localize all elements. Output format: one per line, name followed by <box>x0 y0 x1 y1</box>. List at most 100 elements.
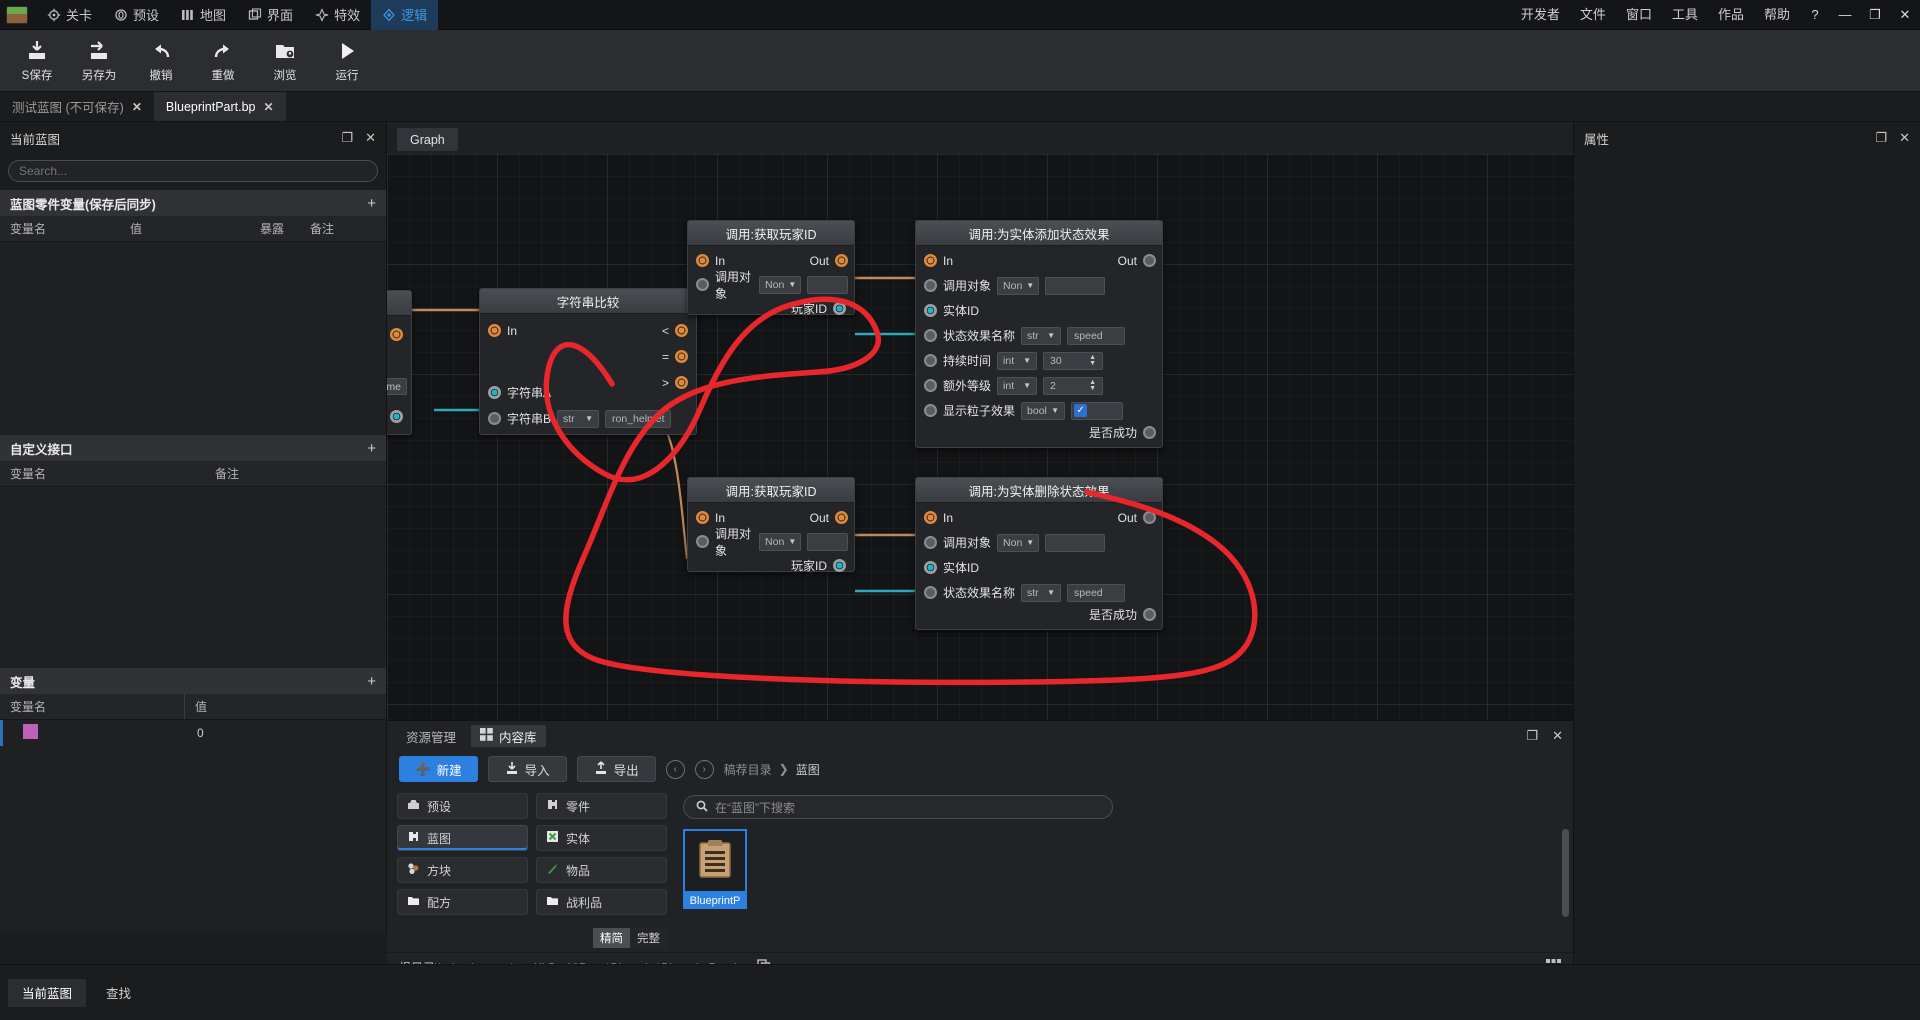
effect-name-type-select[interactable]: str ▼ <box>1021 583 1062 602</box>
data-in-pin[interactable] <box>924 586 937 599</box>
exec-in-pin[interactable] <box>696 511 709 524</box>
close-button[interactable]: ✕ <box>1890 0 1920 30</box>
add-variable-button[interactable]: + <box>367 195 376 212</box>
node-out-row-eq[interactable]: = <box>596 344 696 369</box>
add-variable-button[interactable]: + <box>367 673 376 690</box>
menu-item-window[interactable]: 窗口 <box>1616 0 1662 30</box>
category-preset[interactable]: 预设 <box>397 793 528 819</box>
stepper-icon[interactable]: ▲ ▼ <box>1085 354 1096 367</box>
type-select-str[interactable]: str ▼ <box>557 409 600 428</box>
effect-name-input[interactable]: speed <box>1067 583 1126 602</box>
call-target-input[interactable] <box>807 532 848 551</box>
add-interface-button[interactable]: + <box>367 440 376 457</box>
menu-tab-fx[interactable]: 特效 <box>304 0 371 30</box>
node-pin-row-string-a[interactable]: 字符串A <box>480 380 559 405</box>
call-target-type-select[interactable]: Non ▼ <box>759 532 802 551</box>
section-header-variables[interactable]: 变量 + <box>0 668 386 694</box>
call-target-input[interactable] <box>807 275 848 294</box>
data-in-pin[interactable] <box>924 329 937 342</box>
menu-tab-map[interactable]: 地图 <box>170 0 237 30</box>
search-input[interactable] <box>8 160 378 182</box>
data-in-pin[interactable] <box>488 386 501 399</box>
node-exec-row[interactable]: In Out <box>688 248 856 273</box>
import-button[interactable]: 导入 <box>487 756 567 782</box>
view-mode-full[interactable]: 完整 <box>630 928 667 948</box>
data-in-pin[interactable] <box>924 561 937 574</box>
document-tab-blueprintpart[interactable]: BlueprintPart.bp ✕ <box>153 92 286 121</box>
node-row-call-target[interactable]: 调用对象 Non ▼ <box>688 270 856 301</box>
stepper-icon[interactable]: ▲ ▼ <box>1085 379 1096 392</box>
effect-name-input[interactable]: speed <box>1067 326 1126 345</box>
extra-level-type-select[interactable]: int ▼ <box>997 376 1038 395</box>
exec-in-pin[interactable] <box>924 511 937 524</box>
status-tab-find[interactable]: 查找 <box>92 979 145 1007</box>
view-mode-simple[interactable]: 精简 <box>593 928 630 948</box>
close-icon[interactable]: ✕ <box>365 130 376 146</box>
data-in-pin[interactable] <box>924 536 937 549</box>
vertical-scrollbar[interactable] <box>1562 829 1569 917</box>
redo-button[interactable]: 重做 <box>192 32 254 90</box>
maximize-icon[interactable]: ❐ <box>1875 130 1887 146</box>
save-as-button[interactable]: 另存为 <box>68 32 130 90</box>
document-tab-test-blueprint[interactable]: 测试蓝图 (不可保存) ✕ <box>0 92 154 121</box>
maximize-icon[interactable]: ❐ <box>341 130 353 146</box>
node-row-call-target[interactable]: 调用对象 Non ▼ <box>916 530 1164 555</box>
menu-item-developer[interactable]: 开发者 <box>1511 0 1570 30</box>
particles-type-select[interactable]: bool ▼ <box>1021 401 1066 420</box>
close-icon[interactable]: ✕ <box>132 100 142 114</box>
data-out-pin[interactable] <box>390 410 403 423</box>
help-question-icon[interactable]: ? <box>1800 0 1830 30</box>
graph-area[interactable]: Graph Out emName 值 字符串比较 <box>387 122 1573 720</box>
close-icon[interactable]: ✕ <box>1552 728 1563 744</box>
breadcrumb-item-current[interactable]: 蓝图 <box>796 761 820 778</box>
category-entity[interactable]: 实体 <box>536 825 667 851</box>
call-target-input[interactable] <box>1045 276 1106 295</box>
restore-button[interactable]: ❐ <box>1860 0 1890 30</box>
node-pin-row-out[interactable]: Out <box>387 322 411 347</box>
duration-type-select[interactable]: int ▼ <box>997 351 1038 370</box>
exec-out-pin-eq[interactable] <box>675 350 688 363</box>
close-icon[interactable]: ✕ <box>1899 130 1910 146</box>
call-target-input[interactable] <box>1045 533 1106 552</box>
node-row-effect-name[interactable]: 状态效果名称 str ▼ speed <box>916 323 1164 348</box>
node-row-effect-name[interactable]: 状态效果名称 str ▼ speed <box>916 580 1164 605</box>
node-row-show-particles[interactable]: 显示粒子效果 bool ▼ ✓ <box>916 398 1164 423</box>
call-target-type-select[interactable]: Non ▼ <box>759 275 802 294</box>
exec-out-pin-gt[interactable] <box>675 376 688 389</box>
menu-item-tools[interactable]: 工具 <box>1662 0 1708 30</box>
exec-out-pin[interactable] <box>1143 511 1156 524</box>
data-in-pin[interactable] <box>924 354 937 367</box>
menu-item-works[interactable]: 作品 <box>1708 0 1754 30</box>
section-header-custom-interface[interactable]: 自定义接口 + <box>0 435 386 461</box>
tab-content-library[interactable]: 内容库 <box>471 725 546 747</box>
node-row-result[interactable]: 是否成功 <box>916 422 1164 447</box>
exec-in-pin[interactable] <box>488 324 501 337</box>
variable-row[interactable]: 0 <box>0 720 386 746</box>
category-item[interactable]: 物品 <box>536 857 667 883</box>
exec-out-pin[interactable] <box>390 328 403 341</box>
data-in-pin[interactable] <box>924 279 937 292</box>
string-b-input[interactable]: ron_helmet <box>605 409 672 428</box>
node-row-player-id-out[interactable]: 玩家ID <box>686 553 854 578</box>
node-pin-row-in[interactable]: In <box>480 318 525 343</box>
data-in-pin[interactable] <box>488 412 501 425</box>
file-item[interactable]: BlueprintP <box>683 829 747 909</box>
section-header-blueprint-part-vars[interactable]: 蓝图零件变量(保存后同步) + <box>0 190 386 216</box>
exec-out-pin[interactable] <box>1143 254 1156 267</box>
graph-node-get-player-id-2[interactable]: 调用:获取玩家ID In Out 调用对象 Non ▼ 玩家ID <box>687 477 856 573</box>
exec-out-pin-lt[interactable] <box>675 324 688 337</box>
data-out-pin[interactable] <box>1143 608 1156 621</box>
close-icon[interactable]: ✕ <box>264 100 274 114</box>
node-exec-row[interactable]: In Out <box>688 505 856 530</box>
category-recipe[interactable]: 配方 <box>397 889 528 915</box>
data-out-pin[interactable] <box>833 559 846 572</box>
browse-button[interactable]: 浏览 <box>254 32 316 90</box>
node-row-extra-level[interactable]: 额外等级 int ▼ 2 ▲ ▼ <box>916 373 1164 398</box>
exec-in-pin[interactable] <box>924 254 937 267</box>
nav-forward-button[interactable]: › <box>694 759 714 779</box>
node-row-call-target[interactable]: 调用对象 Non ▼ <box>688 527 856 558</box>
data-in-pin[interactable] <box>924 379 937 392</box>
maximize-icon[interactable]: ❐ <box>1526 728 1538 744</box>
node-out-row-lt[interactable]: < <box>596 318 696 343</box>
data-out-pin[interactable] <box>1143 426 1156 439</box>
